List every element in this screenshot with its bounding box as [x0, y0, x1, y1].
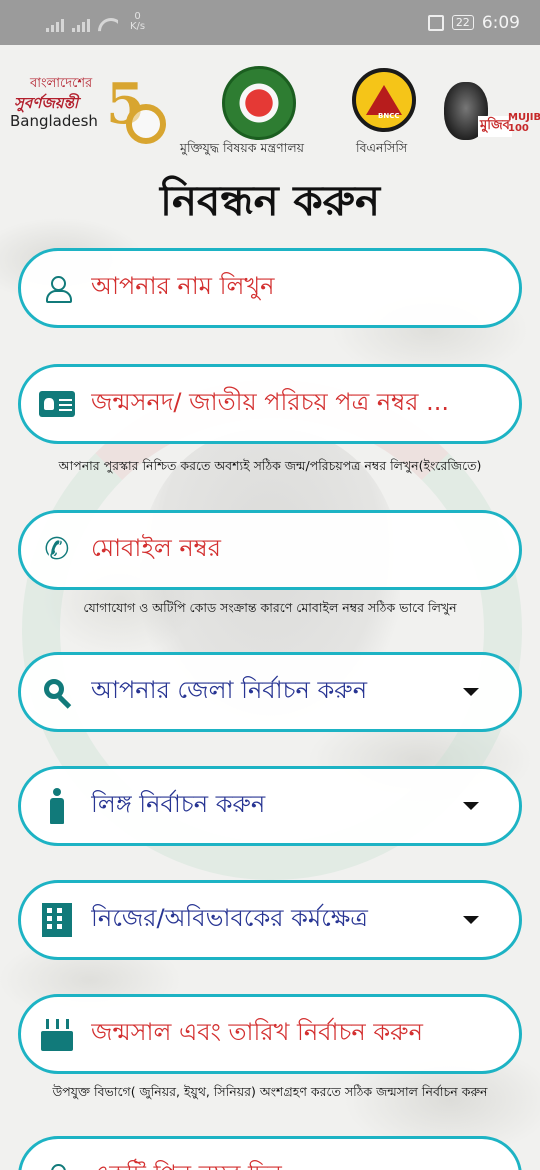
- building-icon: [39, 902, 75, 938]
- district-placeholder: আপনার জেলা নির্বাচন করুন: [91, 676, 368, 704]
- name-placeholder: আপনার নাম লিখুন: [91, 272, 275, 300]
- jubilee-line3: Bangladesh: [10, 112, 98, 130]
- status-right: 22 6:09: [427, 12, 520, 33]
- lock-icon: [39, 1158, 75, 1170]
- vibrate-icon: [427, 14, 444, 31]
- id-card-icon: [39, 386, 75, 422]
- mobile-placeholder: মোবাইল নম্বর: [91, 534, 222, 562]
- bncc-label: বিএনসিসি: [356, 140, 408, 155]
- battery-level: 22: [451, 15, 474, 30]
- nid-placeholder: জন্মসনদ/ জাতীয় পরিচয় পত্র নম্বর ...: [91, 388, 450, 416]
- mobile-hint: যোগাযোগ ও অটিপি কোড সংক্রান্ত কারণে মোবা…: [83, 600, 457, 615]
- signal-icon-2: [72, 18, 90, 32]
- mujib-logo-text: মুজিব: [478, 116, 512, 137]
- location-search-icon: [39, 674, 75, 710]
- bncc-logo: BNCC: [352, 68, 416, 132]
- mujib-100-logo: মুজিব MUJIB 100: [440, 82, 540, 142]
- mobile-input[interactable]: ✆ মোবাইল নম্বর: [18, 510, 522, 590]
- header-logos: বাংলাদেশের সুবর্ণজয়ন্তী Bangladesh 5 মু…: [0, 60, 540, 170]
- pin-placeholder: একটি পিন নম্বর দিন: [91, 1156, 479, 1170]
- signal-icon: [46, 18, 64, 32]
- bncc-triangle: [366, 85, 402, 115]
- nid-hint: আপনার পুরস্কার নিশ্চিত করতে অবশ্যই সঠিক …: [58, 458, 482, 473]
- occupation-select[interactable]: নিজের/অবিভাবকের কর্মক্ষেত্র: [18, 880, 522, 960]
- phone-icon: ✆: [44, 532, 70, 567]
- pin-input[interactable]: একটি পিন নম্বর দিন: [18, 1136, 522, 1170]
- person-icon: [39, 270, 75, 306]
- government-seal-icon: [222, 66, 296, 140]
- golden-jubilee-logo: বাংলাদেশের সুবর্ণজয়ন্তী Bangladesh 5: [8, 74, 166, 154]
- chevron-down-icon: [463, 688, 479, 696]
- district-select[interactable]: আপনার জেলা নির্বাচন করুন: [18, 652, 522, 732]
- cake-icon: [39, 1016, 75, 1052]
- birthdate-placeholder: জন্মসাল এবং তারিখ নির্বাচন করুন: [91, 1018, 423, 1046]
- jubilee-zero-ring: [126, 104, 166, 144]
- mujib-logo-100: MUJIB 100: [508, 112, 540, 134]
- page-title: নিবন্ধন করুন: [159, 176, 381, 225]
- birthdate-picker[interactable]: জন্মসাল এবং তারিখ নির্বাচন করুন: [18, 994, 522, 1074]
- status-bar: 0 K/s 22 6:09: [0, 0, 540, 45]
- bncc-badge-text: BNCC: [378, 112, 400, 120]
- status-left: 0 K/s: [46, 10, 146, 32]
- chevron-down-icon: [463, 916, 479, 924]
- person-standing-icon: [39, 788, 75, 824]
- occupation-placeholder: নিজের/অবিভাবকের কর্মক্ষেত্র: [91, 904, 368, 932]
- clock: 6:09: [481, 12, 520, 33]
- network-speed-value: 0: [134, 10, 141, 22]
- name-input[interactable]: আপনার নাম লিখুন: [18, 248, 522, 328]
- chevron-down-icon: [463, 802, 479, 810]
- nid-input[interactable]: জন্মসনদ/ জাতীয় পরিচয় পত্র নম্বর ...: [18, 364, 522, 444]
- network-speed-unit: K/s: [130, 20, 146, 32]
- ministry-label: মুক্তিযুদ্ধ বিষয়ক মন্ত্রণালয়: [180, 140, 304, 155]
- network-speed: 0 K/s: [130, 10, 146, 32]
- gender-placeholder: লিঙ্গ নির্বাচন করুন: [91, 790, 266, 818]
- gender-select[interactable]: লিঙ্গ নির্বাচন করুন: [18, 766, 522, 846]
- birthdate-hint: উপযুক্ত বিভাগে( জুনিয়র, ইয়ুথ, সিনিয়র)…: [52, 1084, 488, 1099]
- wifi-icon: [98, 18, 118, 32]
